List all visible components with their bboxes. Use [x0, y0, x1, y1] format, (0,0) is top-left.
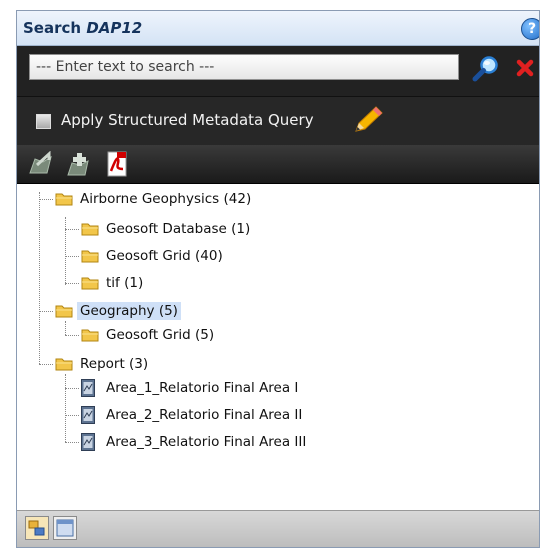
tree-node-label: Geography (5) — [77, 302, 181, 320]
tree-node-label: Report (3) — [80, 356, 149, 372]
folder-icon — [55, 358, 73, 371]
folder-icon — [81, 329, 99, 342]
pencil-icon[interactable] — [350, 105, 384, 135]
tree-node-geosoft-database[interactable]: Geosoft Database (1) — [81, 218, 253, 240]
folder-icon — [55, 305, 73, 318]
tree-node-area-1[interactable]: Area_1_Relatorio Final Area I — [81, 377, 301, 399]
tree-node-label: Airborne Geophysics (42) — [80, 191, 252, 207]
folder-icon — [81, 223, 99, 236]
tree-node-geosoft-grid-geography[interactable]: Geosoft Grid (5) — [81, 324, 217, 346]
tree-node-label: Geosoft Database (1) — [106, 221, 251, 237]
tree-node-label: tif (1) — [106, 275, 144, 291]
tree-view-button[interactable] — [25, 516, 49, 540]
tree-connector — [65, 217, 66, 285]
tree-node-label: Geosoft Grid (5) — [106, 327, 215, 343]
search-icon[interactable] — [469, 54, 503, 82]
apply-query-label: Apply Structured Metadata Query — [61, 111, 314, 129]
folder-icon — [81, 250, 99, 263]
tree-node-geography[interactable]: Geography (5) — [55, 300, 181, 322]
tree-node-label: Area_2_Relatorio Final Area II — [106, 407, 303, 423]
tree-connector — [39, 199, 53, 200]
apply-query-checkbox[interactable] — [36, 114, 51, 129]
tree-node-area-2[interactable]: Area_2_Relatorio Final Area II — [81, 404, 305, 426]
title-bar: Search DAP12 ? — [17, 11, 539, 46]
tree-connector — [65, 374, 66, 442]
help-icon[interactable]: ? — [521, 18, 539, 40]
tree-node-geosoft-grid[interactable]: Geosoft Grid (40) — [81, 245, 226, 267]
tree-connector — [65, 335, 79, 336]
tree-connector — [65, 283, 79, 284]
list-view-icon — [56, 519, 74, 537]
search-panel: Search DAP12 ? Apply Structured Metadata… — [16, 10, 540, 548]
tree-connector — [65, 321, 66, 335]
tree-connector — [39, 364, 53, 365]
panel-title: Search DAP12 — [23, 19, 142, 37]
search-input[interactable] — [29, 54, 459, 80]
tree-node-label: Geosoft Grid (40) — [106, 248, 223, 264]
tree-connector — [65, 256, 79, 257]
document-icon — [81, 406, 95, 424]
results-tree: Airborne Geophysics (42) Geosoft Databas… — [17, 184, 539, 489]
document-icon — [81, 433, 95, 451]
tree-node-area-3[interactable]: Area_3_Relatorio Final Area III — [81, 431, 309, 453]
tree-node-label: Area_1_Relatorio Final Area I — [106, 380, 299, 396]
title-dataset-name: DAP12 — [86, 19, 143, 37]
tree-node-label: Area_3_Relatorio Final Area III — [106, 434, 307, 450]
folder-icon — [81, 277, 99, 290]
toolbar — [17, 145, 539, 184]
clear-icon[interactable] — [513, 56, 537, 80]
tree-view-icon — [28, 520, 45, 536]
pdf-icon[interactable] — [103, 151, 131, 177]
tree-connector — [65, 388, 79, 389]
footer-bar — [17, 510, 539, 547]
map-export-icon[interactable] — [27, 151, 55, 177]
tree-node-airborne-geophysics[interactable]: Airborne Geophysics (42) — [55, 188, 254, 210]
tree-node-tif[interactable]: tif (1) — [81, 272, 146, 294]
list-view-button[interactable] — [53, 516, 77, 540]
folder-icon — [55, 193, 73, 206]
metadata-query-bar: Apply Structured Metadata Query — [17, 97, 539, 145]
tree-connector — [39, 192, 40, 364]
add-to-map-icon[interactable] — [65, 151, 93, 177]
tree-connector — [65, 229, 79, 230]
document-icon — [81, 379, 95, 397]
tree-connector — [65, 415, 79, 416]
tree-node-report[interactable]: Report (3) — [55, 353, 151, 375]
tree-connector — [39, 311, 53, 312]
search-bar — [17, 46, 539, 97]
title-prefix: Search — [23, 19, 82, 37]
tree-connector — [65, 442, 79, 443]
